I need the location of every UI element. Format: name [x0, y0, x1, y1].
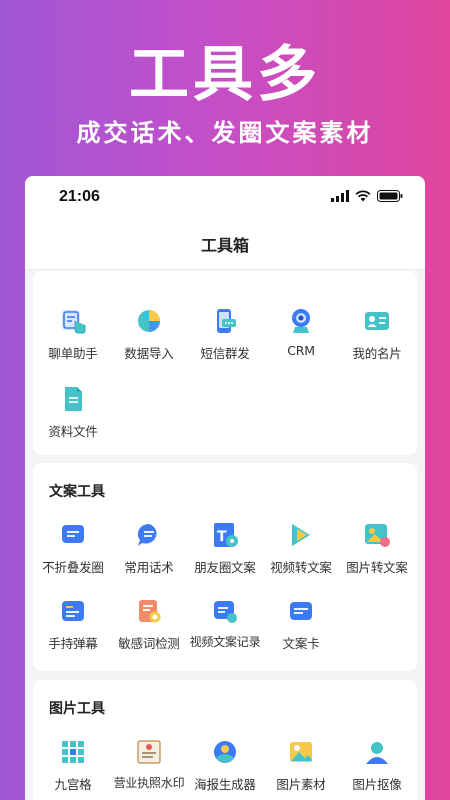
battery-icon [377, 190, 403, 202]
grid-icon [62, 741, 84, 763]
tool-label: 视频转文案 [270, 560, 332, 575]
tool-label: 手持弹幕 [48, 636, 98, 651]
tool-nine-grid[interactable]: 九宫格 [33, 738, 113, 793]
tool-label: CRM [287, 343, 315, 358]
tool-label: 朋友圈文案 [194, 560, 256, 575]
tool-business-card[interactable]: 我的名片 [337, 307, 417, 362]
license-icon [137, 740, 161, 764]
portrait-icon [366, 742, 388, 764]
tool-copy-card[interactable]: 文案卡 [261, 597, 341, 652]
barrage-icon [62, 601, 84, 621]
tool-image-cutout[interactable]: 图片抠像 [337, 738, 417, 793]
tool-label: 资料文件 [48, 424, 98, 439]
file-icon [65, 387, 82, 411]
tool-label: 敏感词检测 [118, 636, 180, 651]
tool-common-phrases[interactable]: 常用话术 [109, 521, 189, 576]
wifi-icon [355, 190, 371, 202]
pie-chart-icon [138, 310, 160, 332]
image-icon [290, 742, 312, 762]
tool-moments-copy[interactable]: T 朋友圈文案 [185, 521, 265, 576]
tools-card-general: 聊单助手 数据导入 短信群发 CRM 我的名片 资料文件 [33, 271, 417, 455]
tool-label: 视频文案记录 [189, 635, 261, 649]
tool-crm[interactable]: CRM [261, 307, 341, 358]
nav-bar: 工具箱 [25, 218, 425, 270]
webcam-icon [292, 309, 310, 333]
detect-icon [139, 600, 161, 623]
tool-video-to-copy[interactable]: 视频转文案 [261, 521, 341, 576]
tool-label: 文案卡 [282, 636, 320, 651]
chat-hand-icon [62, 310, 86, 334]
phone-sms-icon [217, 309, 236, 333]
tool-chat-assistant[interactable]: 聊单助手 [33, 307, 113, 362]
tool-poster-generator[interactable]: 海报生成器 [185, 738, 265, 793]
tool-image-to-copy[interactable]: 图片转文案 [337, 521, 417, 576]
tool-handheld-barrage[interactable]: 手持弹幕 [33, 597, 113, 652]
tool-data-import[interactable]: 数据导入 [109, 307, 189, 362]
chat-bubble-icon [137, 523, 157, 546]
card-icon [290, 602, 312, 620]
tool-label: 九宫格 [54, 777, 92, 792]
tool-label: 图片素材 [276, 777, 326, 792]
tool-files[interactable]: 资料文件 [33, 385, 113, 440]
video-record-icon [214, 601, 237, 623]
section-title: 文案工具 [49, 484, 105, 500]
phone-screen: 21:06 工具箱 聊单助手 数据导入 短信群发 CRM 我的名片 资料文件 文… [25, 176, 425, 800]
id-card-icon [365, 312, 389, 330]
tool-label: 聊单助手 [48, 346, 98, 361]
tool-label: 不折叠发圈 [42, 560, 104, 575]
tool-label: 图片转文案 [346, 560, 408, 575]
banner-title: 工具多 [129, 40, 321, 110]
tools-card-image: 图片工具 九宫格 营业执照水印 海报生成器 图片素材 图片抠像 [33, 680, 417, 800]
tool-label: 图片抠像 [352, 777, 402, 792]
tool-sms-broadcast[interactable]: 短信群发 [185, 307, 265, 362]
status-time: 21:06 [59, 188, 100, 205]
banner-subtitle: 成交话术、发圈文案素材 [76, 119, 374, 147]
tool-label: 海报生成器 [194, 777, 256, 792]
signal-icon [331, 190, 349, 202]
svg-text:T: T [217, 529, 227, 545]
status-bar: 21:06 [25, 176, 425, 218]
image-text-icon [365, 524, 390, 547]
text-gear-icon: T [214, 523, 238, 547]
page-title: 工具箱 [200, 236, 249, 255]
tool-no-fold-post[interactable]: 不折叠发圈 [33, 521, 113, 576]
tool-label: 常用话术 [124, 560, 174, 575]
section-title: 图片工具 [49, 701, 105, 717]
tool-sensitive-word-check[interactable]: 敏感词检测 [109, 597, 189, 652]
tool-label: 我的名片 [352, 346, 402, 361]
tool-license-watermark[interactable]: 营业执照水印 [109, 738, 189, 791]
message-icon [62, 525, 84, 543]
tool-image-assets[interactable]: 图片素材 [261, 738, 341, 793]
tools-card-copywriting: 文案工具 不折叠发圈 常用话术 T 朋友圈文案 视频转文案 图片转文案 手持弹幕… [33, 463, 417, 671]
tool-video-copy-record[interactable]: 视频文案记录 [185, 597, 265, 650]
video-play-icon [292, 524, 310, 546]
tool-label: 数据导入 [124, 346, 174, 361]
tool-label: 营业执照水印 [113, 776, 185, 790]
poster-icon [214, 741, 236, 763]
tool-label: 短信群发 [200, 346, 250, 361]
